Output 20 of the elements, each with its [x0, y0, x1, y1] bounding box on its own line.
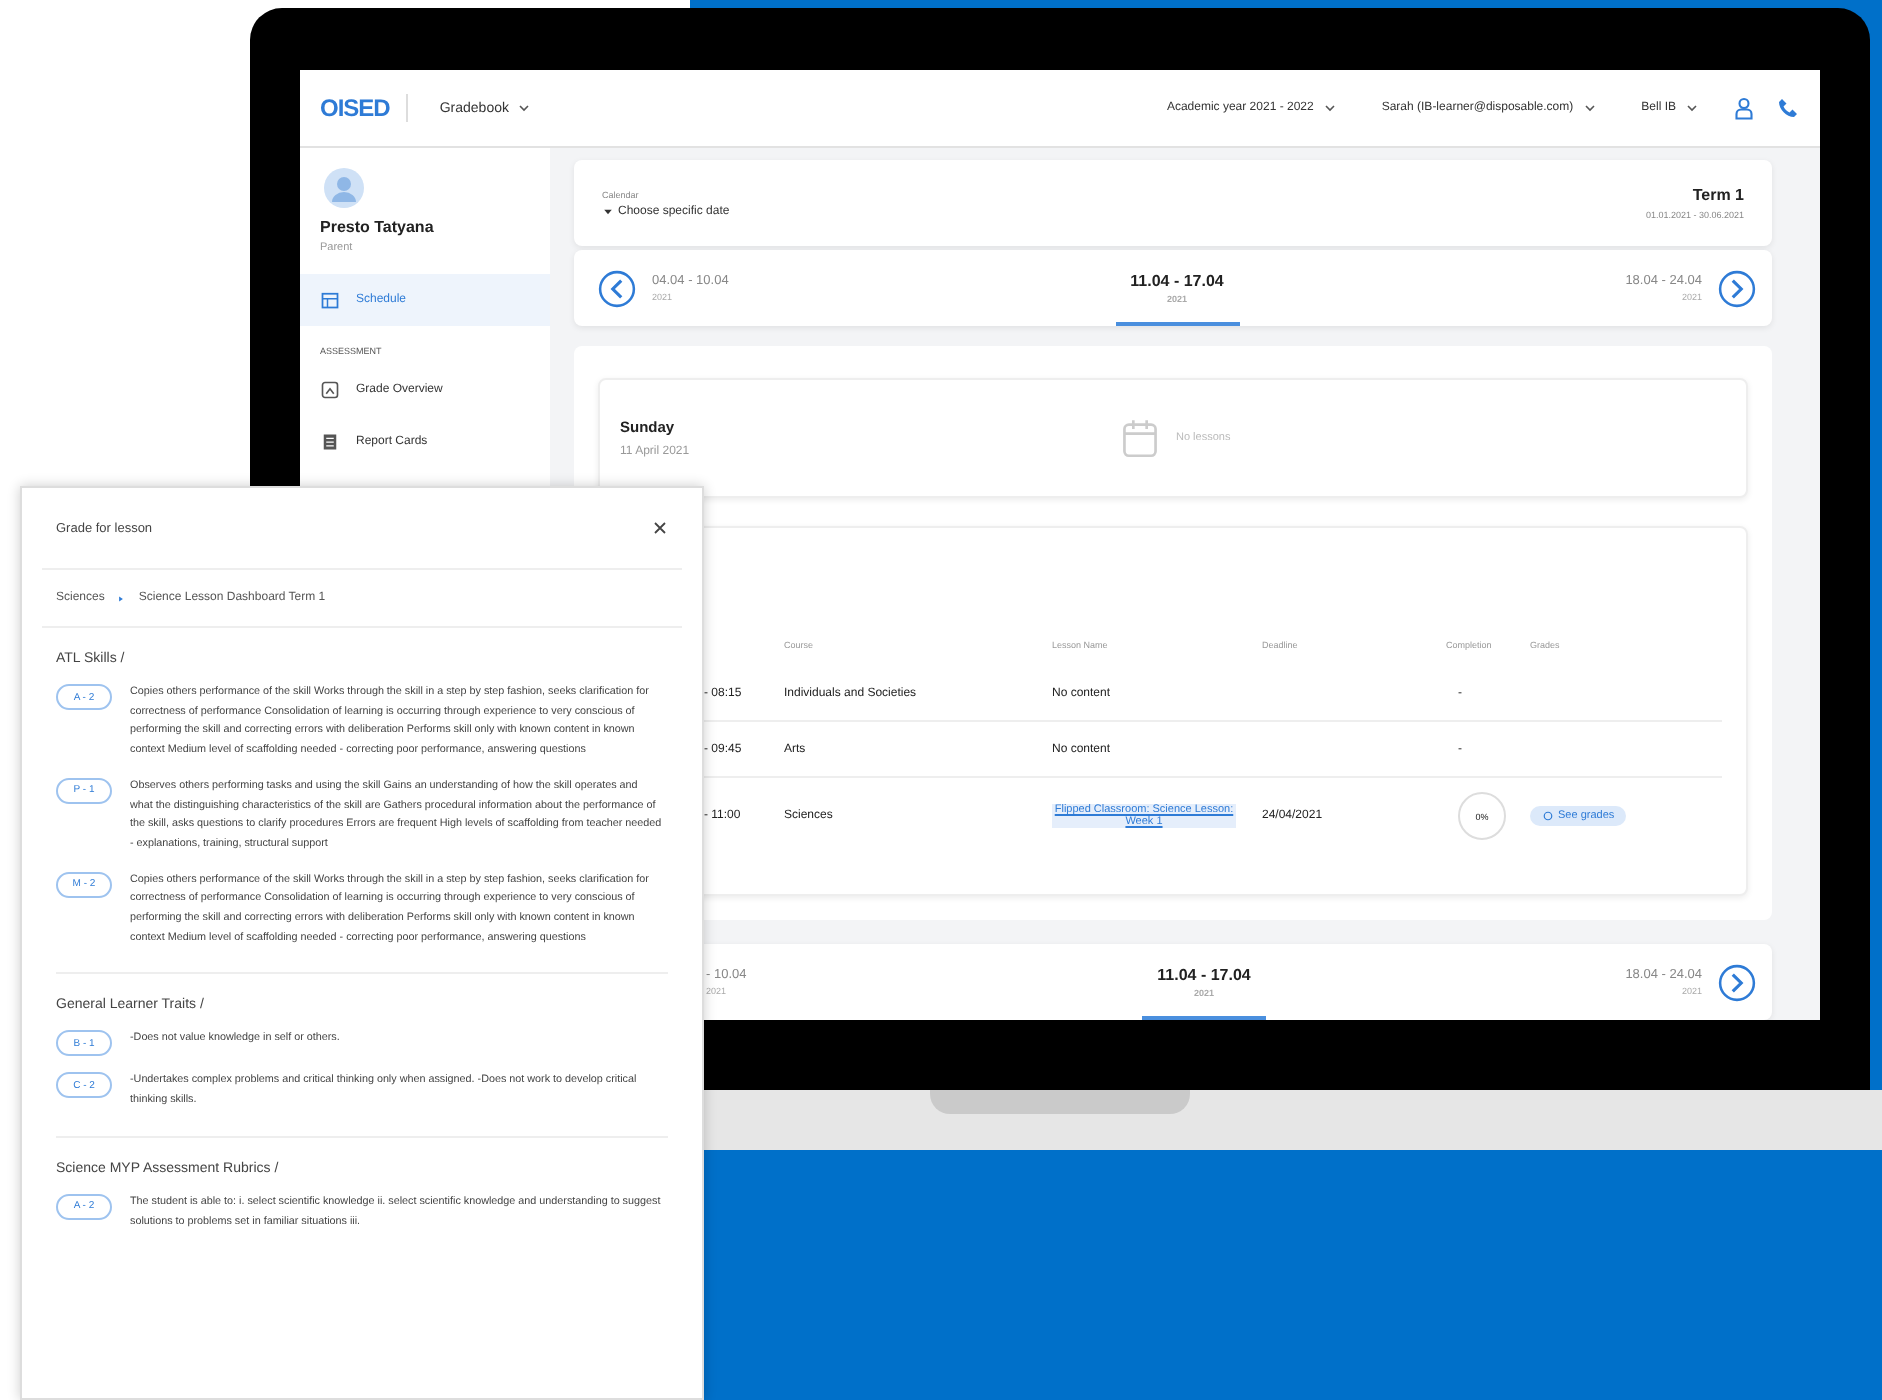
caret-icon	[602, 205, 614, 217]
chevron-right-icon[interactable]	[1718, 269, 1756, 307]
triangle-right-icon	[116, 593, 127, 603]
chevron-down-icon	[1581, 100, 1598, 116]
document-icon	[320, 432, 340, 452]
chevron-down-icon	[516, 100, 533, 116]
term-title: Term 1	[1690, 186, 1744, 204]
chevron-left-icon[interactable]	[598, 269, 636, 307]
chevron-down-icon	[1321, 100, 1338, 116]
logo[interactable]: OISED	[320, 94, 408, 122]
avatar-icon	[324, 168, 364, 208]
chevron-right-icon[interactable]	[1718, 963, 1756, 1001]
person-icon[interactable]	[1732, 96, 1756, 120]
close-icon[interactable]	[652, 520, 668, 536]
calendar-icon	[320, 290, 340, 310]
user-name: Presto Tatyana	[320, 218, 436, 236]
circle-icon	[1542, 810, 1554, 822]
chevron-down-icon	[1684, 100, 1700, 116]
calendar-icon	[1120, 418, 1160, 458]
phone-icon[interactable]	[1776, 96, 1800, 120]
